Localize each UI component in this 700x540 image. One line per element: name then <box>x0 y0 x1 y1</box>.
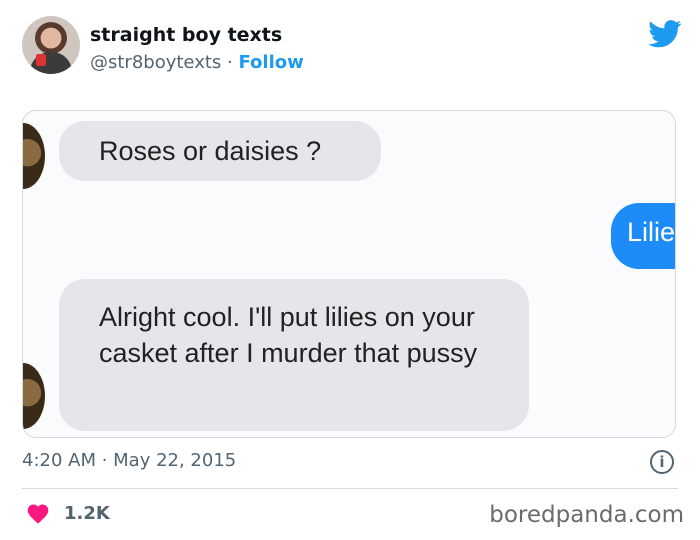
message-bubble-outgoing: Lilie <box>611 203 675 269</box>
tweet-card: straight boy texts @str8boytexts · Follo… <box>0 0 700 540</box>
tweet-timestamp[interactable]: 4:20 AM · May 22, 2015 <box>22 450 236 471</box>
watermark: boredpanda.com <box>489 502 684 528</box>
text-message-screenshot[interactable]: Roses or daisies ? Lilie Alright cool. I… <box>22 110 676 438</box>
like-count: 1.2K <box>64 503 110 524</box>
avatar[interactable] <box>22 16 80 74</box>
avatar-phone <box>36 54 46 66</box>
user-handle[interactable]: @str8boytexts <box>90 52 221 73</box>
sender-avatar <box>23 123 45 189</box>
message-bubble-incoming: Alright cool. I'll put lilies on your ca… <box>59 279 529 431</box>
heart-icon[interactable] <box>26 502 50 524</box>
tweet-header: straight boy texts @str8boytexts · Follo… <box>22 12 682 82</box>
follow-button[interactable]: Follow <box>238 52 303 73</box>
info-icon[interactable]: i <box>650 450 674 474</box>
display-name[interactable]: straight boy texts <box>90 24 282 46</box>
divider <box>22 488 678 489</box>
message-bubble-incoming: Roses or daisies ? <box>59 121 381 181</box>
sender-avatar <box>23 363 45 429</box>
handle-row: @str8boytexts · Follow <box>90 52 304 73</box>
handle-separator: · <box>221 52 239 73</box>
twitter-bird-icon[interactable] <box>648 20 682 48</box>
